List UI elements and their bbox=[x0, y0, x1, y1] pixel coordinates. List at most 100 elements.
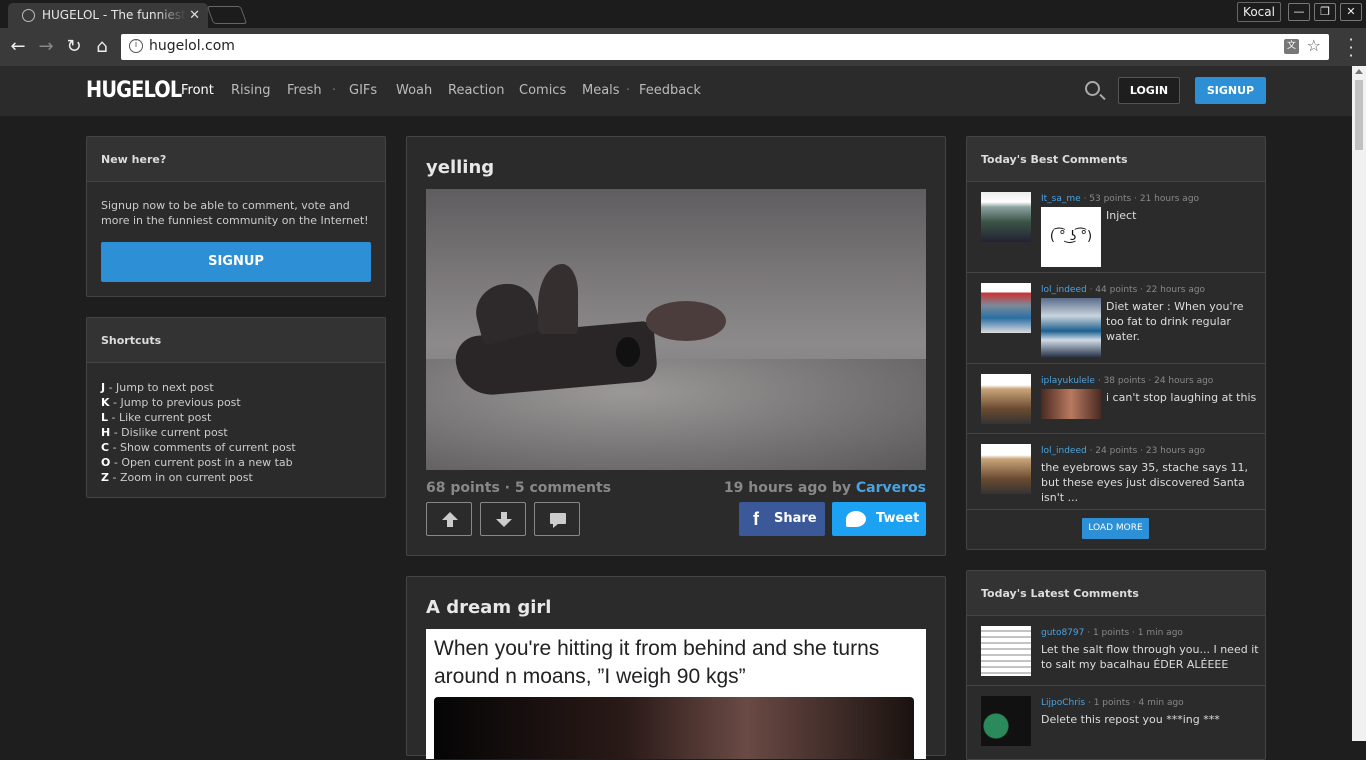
comment-username[interactable]: It_sa_me bbox=[1041, 194, 1081, 204]
load-more-button[interactable]: LOAD MORE bbox=[1082, 518, 1149, 539]
site-logo[interactable]: HUGELOL bbox=[86, 78, 182, 103]
comment-post-thumbnail[interactable] bbox=[981, 192, 1031, 242]
home-icon[interactable]: ⌂ bbox=[91, 36, 113, 58]
scrollbar-thumb[interactable] bbox=[1355, 80, 1363, 150]
comment-username[interactable]: lol_indeed bbox=[1041, 446, 1087, 456]
tweet-button[interactable]: Tweet bbox=[832, 502, 926, 536]
comment-text: Diet water : When you're too fat to drin… bbox=[1106, 300, 1244, 343]
shortcut-item: O - Open current post in a new tab bbox=[101, 456, 293, 469]
forward-arrow-icon[interactable]: → bbox=[35, 36, 57, 58]
list-item[interactable]: iplayukulele · 38 points · 24 hours ago … bbox=[967, 364, 1265, 434]
login-button[interactable]: LOGIN bbox=[1118, 77, 1180, 104]
post-card: A dream girl When you're hitting it from… bbox=[406, 576, 946, 759]
nav-front[interactable]: Front bbox=[181, 83, 214, 98]
comment-image[interactable]: ( ͡° ͜ʖ ͡°) bbox=[1041, 207, 1101, 267]
comment-username[interactable]: guto8797 bbox=[1041, 628, 1084, 638]
list-item[interactable]: guto8797 · 1 points · 1 min ago Let the … bbox=[967, 616, 1265, 686]
url-text: hugelol.com bbox=[149, 38, 235, 54]
comment-username[interactable]: iplayukulele bbox=[1041, 376, 1095, 386]
tab-close-icon[interactable]: ✕ bbox=[189, 3, 200, 28]
nav-fresh[interactable]: Fresh bbox=[287, 83, 322, 98]
scroll-up-arrow-icon[interactable] bbox=[1355, 69, 1363, 74]
latest-comments-title: Today's Latest Comments bbox=[967, 571, 1265, 616]
info-icon[interactable]: i bbox=[129, 39, 143, 53]
new-here-card: New here? Signup now to be able to comme… bbox=[86, 136, 386, 297]
post-stats[interactable]: 68 points · 5 comments bbox=[426, 480, 611, 496]
site-favicon-icon bbox=[22, 9, 35, 22]
page-scrollbar[interactable] bbox=[1352, 66, 1366, 741]
downvote-button[interactable] bbox=[480, 502, 526, 536]
new-tab-button[interactable] bbox=[206, 6, 248, 24]
window-close-button[interactable]: ✕ bbox=[1340, 3, 1362, 21]
profile-button[interactable]: Kocal bbox=[1237, 2, 1281, 22]
post-image[interactable] bbox=[426, 189, 926, 470]
comment-image[interactable] bbox=[1041, 389, 1101, 419]
post-author-link[interactable]: Carveros bbox=[856, 480, 926, 496]
best-comments-card: Today's Best Comments It_sa_me · 53 poin… bbox=[966, 136, 1266, 550]
upvote-button[interactable] bbox=[426, 502, 472, 536]
shortcut-item: J - Jump to next post bbox=[101, 381, 214, 394]
sidebar-signup-button[interactable]: SIGNUP bbox=[101, 242, 371, 282]
comment-image[interactable] bbox=[1041, 298, 1101, 358]
nav-gifs[interactable]: GIFs bbox=[349, 83, 377, 98]
comment-text: i can't stop laughing at this bbox=[1106, 391, 1257, 404]
comment-text: Let the salt flow through you... I need … bbox=[1041, 643, 1259, 671]
translate-icon[interactable]: 文 bbox=[1284, 39, 1299, 54]
list-item[interactable]: lol_indeed · 44 points · 22 hours ago Di… bbox=[967, 273, 1265, 364]
list-item[interactable]: LijpoChris · 1 points · 4 min ago Delete… bbox=[967, 686, 1265, 756]
back-arrow-icon[interactable]: ← bbox=[7, 36, 29, 58]
nav-rising[interactable]: Rising bbox=[231, 83, 271, 98]
comment-post-thumbnail[interactable] bbox=[981, 444, 1031, 494]
new-here-text: Signup now to be able to comment, vote a… bbox=[101, 199, 369, 227]
shortcuts-card: Shortcuts J - Jump to next post K - Jump… bbox=[86, 317, 386, 498]
comment-post-thumbnail[interactable] bbox=[981, 696, 1031, 746]
nav-reaction[interactable]: Reaction bbox=[448, 83, 504, 98]
nav-meals[interactable]: Meals bbox=[582, 83, 620, 98]
latest-comments-card: Today's Latest Comments guto8797 · 1 poi… bbox=[966, 570, 1266, 760]
browser-tabbar: HUGELOL - The funniest ✕ Kocal — ❐ ✕ bbox=[0, 0, 1366, 28]
post-image[interactable]: When you're hitting it from behind and s… bbox=[426, 629, 926, 759]
browser-menu-icon[interactable]: · · · bbox=[1345, 32, 1357, 64]
shortcut-item: C - Show comments of current post bbox=[101, 441, 296, 454]
nav-comics[interactable]: Comics bbox=[519, 83, 566, 98]
post-title[interactable]: yelling bbox=[426, 157, 494, 178]
reload-icon[interactable]: ↻ bbox=[63, 36, 85, 58]
nav-woah[interactable]: Woah bbox=[396, 83, 432, 98]
facebook-icon: f bbox=[753, 509, 759, 529]
comment-text: Delete this repost you ***ing *** bbox=[1041, 713, 1220, 726]
nav-feedback[interactable]: Feedback bbox=[639, 83, 701, 98]
arrow-down-icon bbox=[496, 519, 512, 527]
search-icon[interactable] bbox=[1085, 81, 1100, 96]
comment-bubble-icon bbox=[550, 513, 566, 524]
shortcuts-list: J - Jump to next post K - Jump to previo… bbox=[101, 380, 296, 485]
list-item[interactable]: lol_indeed · 24 points · 23 hours ago th… bbox=[967, 434, 1265, 510]
comment-post-thumbnail[interactable] bbox=[981, 283, 1031, 333]
comment-username[interactable]: LijpoChris bbox=[1041, 698, 1085, 708]
comment-post-thumbnail[interactable] bbox=[981, 626, 1031, 676]
shortcuts-title: Shortcuts bbox=[87, 318, 385, 363]
comment-post-thumbnail[interactable] bbox=[981, 374, 1031, 424]
post-card: yelling 68 points · 5 comments 19 hours … bbox=[406, 136, 946, 556]
site-header: HUGELOL Front Rising Fresh · GIFs Woah R… bbox=[0, 66, 1352, 116]
bookmark-star-icon[interactable]: ☆ bbox=[1307, 36, 1321, 55]
twitter-bird-icon bbox=[846, 511, 866, 527]
facebook-share-button[interactable]: f Share bbox=[739, 502, 825, 536]
comment-username[interactable]: lol_indeed bbox=[1041, 285, 1087, 295]
address-bar[interactable]: i hugelol.com 文 ☆ bbox=[121, 34, 1329, 60]
window-maximize-button[interactable]: ❐ bbox=[1314, 3, 1336, 21]
shortcut-item: Z - Zoom in on current post bbox=[101, 471, 253, 484]
comment-text: Inject bbox=[1106, 209, 1137, 222]
browser-tab[interactable]: HUGELOL - The funniest ✕ bbox=[8, 3, 208, 28]
best-comments-title: Today's Best Comments bbox=[967, 137, 1265, 182]
window-minimize-button[interactable]: — bbox=[1288, 3, 1310, 21]
comments-button[interactable] bbox=[534, 502, 580, 536]
signup-button[interactable]: SIGNUP bbox=[1195, 77, 1266, 104]
comment-text: the eyebrows say 35, stache says 11, but… bbox=[1041, 461, 1249, 504]
new-here-title: New here? bbox=[87, 137, 385, 182]
list-item[interactable]: It_sa_me · 53 points · 21 hours ago ( ͡°… bbox=[967, 182, 1265, 273]
shortcut-item: H - Dislike current post bbox=[101, 426, 228, 439]
post-byline: 19 hours ago by Carveros bbox=[723, 480, 926, 496]
shortcut-item: K - Jump to previous post bbox=[101, 396, 241, 409]
arrow-up-icon bbox=[442, 512, 458, 520]
post-title[interactable]: A dream girl bbox=[426, 597, 551, 618]
